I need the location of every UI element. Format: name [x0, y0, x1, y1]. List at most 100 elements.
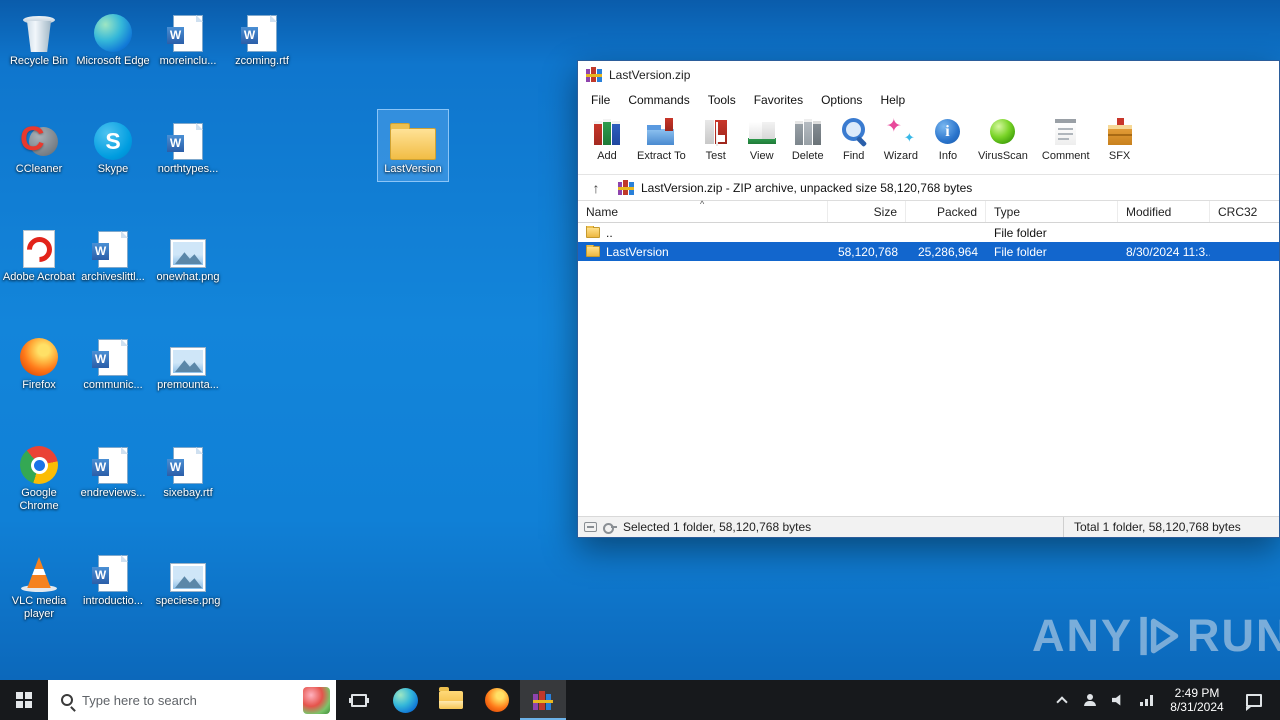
menu-commands[interactable]: Commands [619, 93, 698, 107]
taskbar-explorer-button[interactable] [428, 680, 474, 720]
delete-icon [791, 117, 824, 147]
search-input[interactable] [82, 692, 294, 708]
desktop-icon-vlc[interactable]: VLC media player [2, 546, 76, 621]
table-row-lastversion[interactable]: LastVersion 58,120,768 25,286,964 File f… [578, 242, 1279, 261]
desktop-icon-introductio[interactable]: introductio... [76, 546, 150, 608]
desktop-icon-recycle-bin[interactable]: Recycle Bin [2, 6, 76, 68]
news-interests-icon[interactable] [303, 686, 330, 714]
menu-favorites[interactable]: Favorites [745, 93, 812, 107]
tray-meet-now-button[interactable] [1077, 680, 1103, 720]
delete-button[interactable]: Delete [785, 115, 831, 162]
info-button[interactable]: Info [925, 115, 971, 162]
desktop-icon-moreinclu[interactable]: moreinclu... [151, 6, 225, 68]
skype-icon [94, 114, 132, 160]
edge-icon [94, 6, 132, 52]
tray-network-button[interactable] [1133, 680, 1159, 720]
folder-icon [586, 244, 600, 257]
desktop-icon-endreviews[interactable]: endreviews... [76, 438, 150, 500]
menu-file[interactable]: File [582, 93, 619, 107]
clock-time: 2:49 PM [1174, 686, 1220, 700]
desktop-icon-skype[interactable]: Skype [76, 114, 150, 176]
desktop-icon-onewhat-png[interactable]: onewhat.png [151, 222, 225, 284]
desktop-icon-speciese-png[interactable]: speciese.png [151, 546, 225, 608]
winrar-icon [533, 690, 553, 710]
menu-tools[interactable]: Tools [699, 93, 745, 107]
archive-icon [618, 180, 634, 195]
column-header-crc32[interactable]: CRC32 [1210, 201, 1279, 222]
column-header-modified[interactable]: Modified [1118, 201, 1210, 222]
taskbar-search[interactable] [48, 680, 336, 720]
folder-icon [586, 225, 600, 238]
sfx-icon [1103, 117, 1136, 147]
action-center-button[interactable] [1235, 693, 1273, 711]
desktop-icon-northtypes[interactable]: northtypes... [151, 114, 225, 176]
key-icon[interactable] [603, 522, 617, 534]
tray-hidden-icons-button[interactable] [1049, 680, 1075, 720]
desktop-icon-adobe-acrobat[interactable]: Adobe Acrobat [2, 222, 76, 284]
archive-path[interactable]: LastVersion.zip - ZIP archive, unpacked … [641, 181, 972, 195]
desktop-icon-ccleaner[interactable]: CCleaner [2, 114, 76, 176]
desktop-icon-label: LastVersion [384, 163, 442, 175]
sfx-button[interactable]: SFX [1097, 115, 1143, 162]
virusscan-button[interactable]: VirusScan [971, 115, 1035, 162]
desktop-icon-premounta[interactable]: premounta... [151, 330, 225, 392]
task-view-button[interactable] [336, 680, 382, 720]
menu-help[interactable]: Help [871, 93, 914, 107]
column-header-type[interactable]: Type [986, 201, 1118, 222]
desktop-icon-label: archiveslittl... [81, 271, 145, 283]
desktop-icon-sixebay-rtf[interactable]: sixebay.rtf [151, 438, 225, 500]
desktop-icon-google-chrome[interactable]: Google Chrome [2, 438, 76, 513]
find-button[interactable]: Find [831, 115, 877, 162]
network-icon [1139, 694, 1153, 706]
watermark-run: RUN [1187, 610, 1280, 661]
search-icon [61, 694, 73, 706]
tray-volume-button[interactable] [1105, 680, 1131, 720]
taskbar-firefox-button[interactable] [474, 680, 520, 720]
file-explorer-icon [439, 687, 463, 709]
task-view-icon [351, 693, 367, 707]
desktop-icon-lastversion-folder[interactable]: LastVersion [377, 109, 449, 182]
test-button[interactable]: Test [693, 115, 739, 162]
desktop-icon-zcoming-rtf[interactable]: zcoming.rtf [225, 6, 299, 68]
clock-date: 8/31/2024 [1170, 700, 1224, 714]
comment-button[interactable]: Comment [1035, 115, 1097, 162]
drive-icon [584, 522, 597, 532]
start-button[interactable] [0, 680, 48, 720]
extract-to-button[interactable]: Extract To [630, 115, 693, 162]
taskbar-edge-button[interactable] [382, 680, 428, 720]
windows-logo-icon [16, 692, 32, 708]
toolbar: Add Extract To Test View Delete Find Wiz… [578, 111, 1279, 175]
desktop-icon-label: CCleaner [15, 163, 63, 175]
wizard-button[interactable]: Wizard [877, 115, 925, 162]
desktop-icon-firefox[interactable]: Firefox [2, 330, 76, 392]
desktop-icon-microsoft-edge[interactable]: Microsoft Edge [76, 6, 150, 68]
taskbar-winrar-button[interactable] [520, 680, 566, 720]
word-document-icon [167, 6, 203, 52]
desktop-icon-label: communic... [83, 379, 143, 391]
view-button[interactable]: View [739, 115, 785, 162]
column-header-packed[interactable]: Packed [906, 201, 986, 222]
desktop-icon-label: zcoming.rtf [235, 55, 289, 67]
window-titlebar[interactable]: LastVersion.zip [578, 61, 1279, 88]
menu-options[interactable]: Options [812, 93, 871, 107]
firefox-icon [485, 688, 509, 712]
notification-icon [1246, 693, 1262, 711]
desktop-icon-label: speciese.png [155, 595, 221, 607]
taskbar-clock[interactable]: 2:49 PM 8/31/2024 [1161, 686, 1233, 714]
table-row-parent-dir[interactable]: .. File folder [578, 223, 1279, 242]
word-document-icon [241, 6, 277, 52]
up-one-level-button[interactable]: ↑ [581, 177, 611, 199]
anyrun-watermark: ANY RUN [1032, 610, 1280, 662]
desktop-icon-archiveslittl[interactable]: archiveslittl... [76, 222, 150, 284]
desktop-icon-label: onewhat.png [156, 271, 220, 283]
edge-icon [392, 687, 418, 713]
image-file-icon [170, 546, 206, 592]
person-icon [1084, 694, 1096, 706]
add-button[interactable]: Add [584, 115, 630, 162]
column-header-size[interactable]: Size [828, 201, 906, 222]
folder-icon [390, 114, 436, 160]
word-document-icon [167, 114, 203, 160]
chrome-icon [20, 438, 58, 484]
status-selected-text: Selected 1 folder, 58,120,768 bytes [623, 520, 812, 534]
desktop-icon-communic[interactable]: communic... [76, 330, 150, 392]
